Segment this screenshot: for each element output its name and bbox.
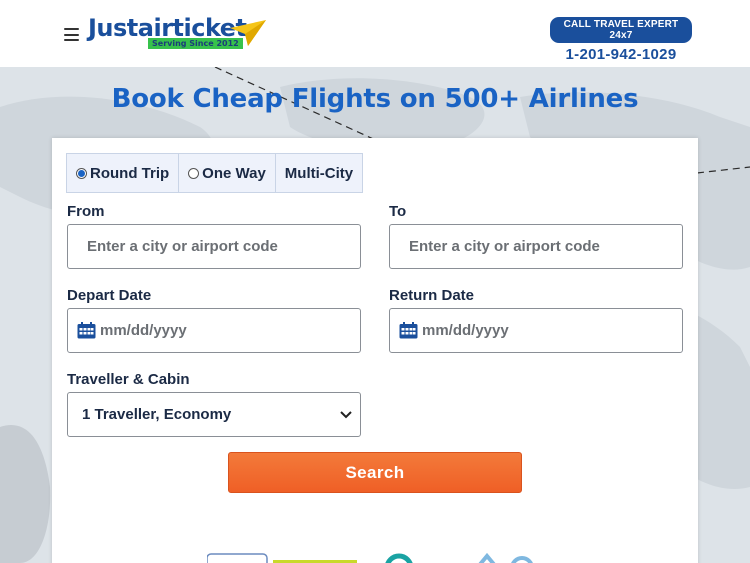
radio-one-way[interactable] bbox=[188, 167, 200, 179]
site-header: Justairticket Serving Since 2012 CALL TR… bbox=[0, 0, 750, 67]
calendar-icon bbox=[399, 322, 418, 339]
hamburger-menu-icon[interactable] bbox=[64, 28, 79, 41]
search-button[interactable]: Search bbox=[228, 452, 522, 493]
traveller-cabin-label: Traveller & Cabin bbox=[67, 371, 190, 388]
site-logo[interactable]: Justairticket Serving Since 2012 bbox=[88, 14, 268, 54]
trip-tab-label: Multi-City bbox=[284, 164, 354, 182]
phone-number[interactable]: 1-201-942-1029 bbox=[550, 46, 692, 63]
paper-plane-icon bbox=[230, 20, 266, 46]
from-input[interactable]: Enter a city or airport code bbox=[67, 224, 361, 269]
trip-type-selector: Round Trip One Way Multi-City bbox=[66, 153, 364, 193]
radio-round-trip[interactable] bbox=[76, 167, 87, 179]
trip-tab-one-way[interactable]: One Way bbox=[179, 154, 276, 192]
logo-tagline: Serving Since 2012 bbox=[148, 38, 243, 49]
trip-tab-multi-city[interactable]: Multi-City bbox=[276, 154, 362, 192]
trust-badges-strip bbox=[207, 552, 533, 563]
return-date-input[interactable]: mm/dd/yyyy bbox=[389, 308, 683, 353]
traveller-cabin-value: 1 Traveller, Economy bbox=[82, 406, 232, 423]
depart-date-input[interactable]: mm/dd/yyyy bbox=[67, 308, 361, 353]
calendar-icon bbox=[77, 322, 96, 339]
flight-search-card: Round Trip One Way Multi-City From Enter… bbox=[52, 138, 698, 563]
call-expert-box[interactable]: CALL TRAVEL EXPERT 24x7 1-201-942-1029 bbox=[550, 17, 692, 63]
depart-date-label: Depart Date bbox=[67, 287, 152, 304]
to-input[interactable]: Enter a city or airport code bbox=[389, 224, 683, 269]
trip-tab-label: Round Trip bbox=[90, 164, 170, 182]
trip-tab-round-trip[interactable]: Round Trip bbox=[67, 154, 180, 192]
return-date-label: Return Date bbox=[389, 287, 475, 304]
depart-date-placeholder: mm/dd/yyyy bbox=[100, 322, 187, 339]
to-label: To bbox=[389, 203, 407, 220]
return-date-placeholder: mm/dd/yyyy bbox=[422, 322, 509, 339]
hero-title: Book Cheap Flights on 500+ Airlines bbox=[111, 84, 639, 114]
chevron-down-icon bbox=[340, 410, 352, 418]
traveller-cabin-select[interactable]: 1 Traveller, Economy bbox=[67, 392, 361, 437]
from-label: From bbox=[67, 203, 105, 220]
call-expert-badge: CALL TRAVEL EXPERT 24x7 bbox=[550, 17, 692, 43]
trip-tab-label: One Way bbox=[202, 164, 266, 182]
